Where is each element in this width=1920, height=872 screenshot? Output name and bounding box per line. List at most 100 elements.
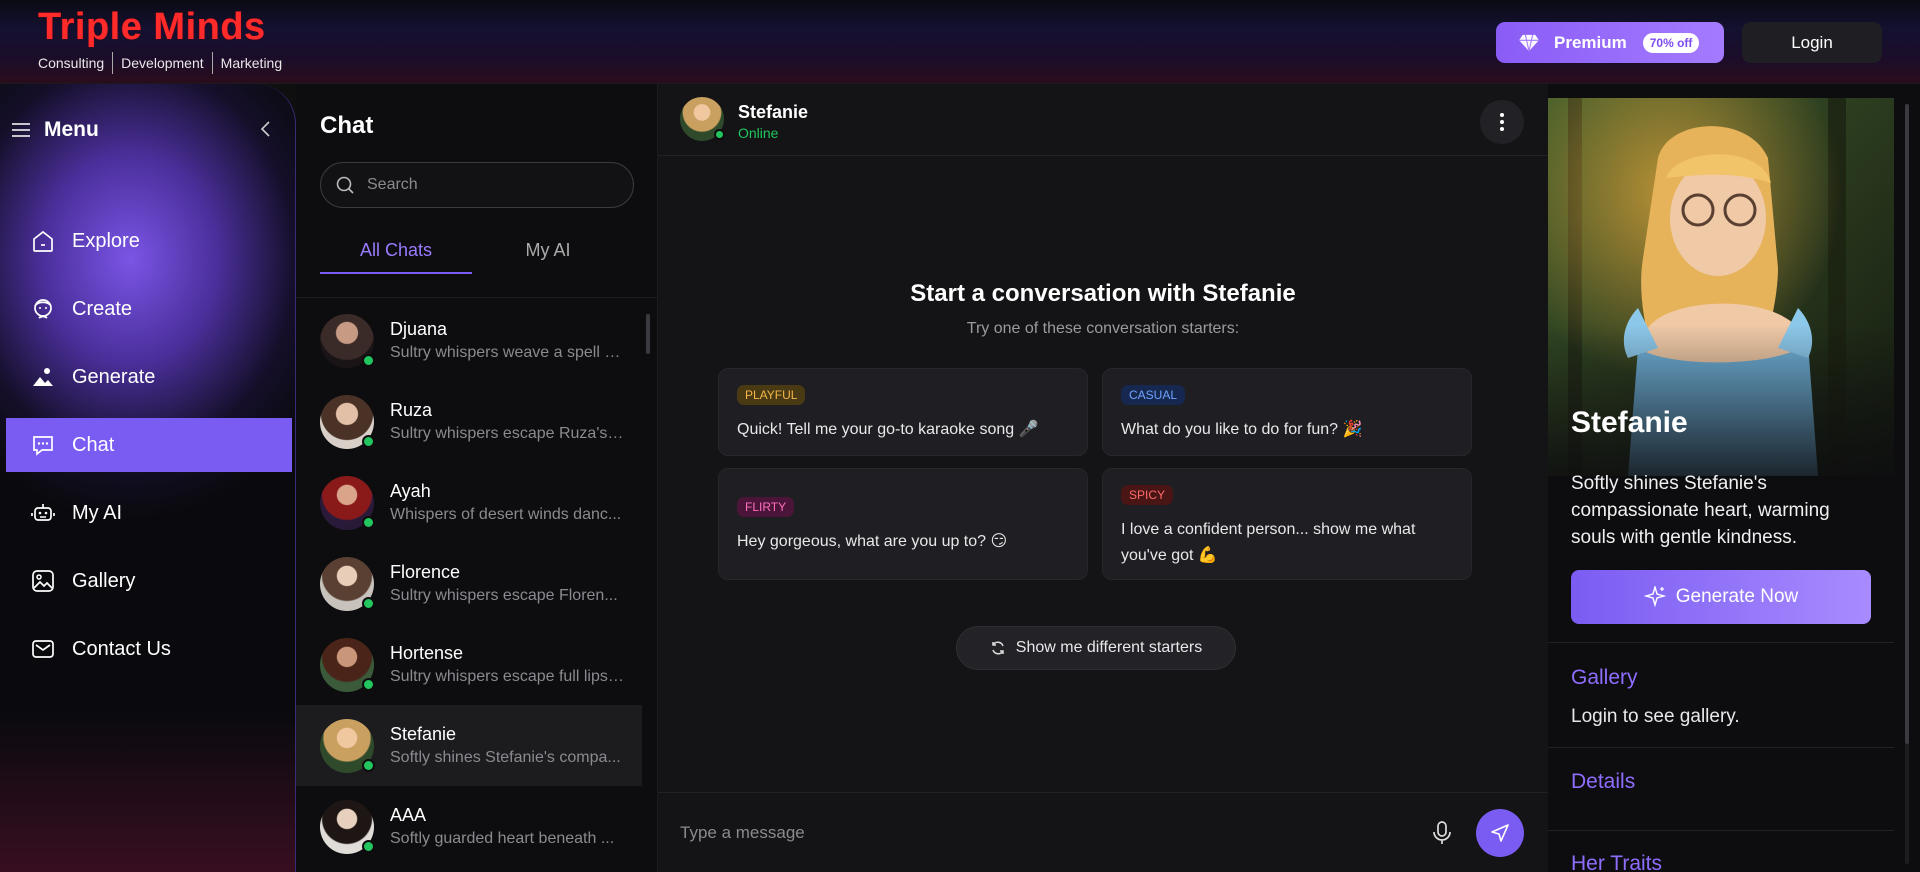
robot-icon <box>31 504 55 521</box>
online-indicator <box>362 515 375 529</box>
generate-now-label: Generate Now <box>1675 586 1799 607</box>
chat-list-scrollbar[interactable] <box>644 302 652 872</box>
search-box[interactable] <box>320 162 634 208</box>
home-icon <box>33 230 53 252</box>
avatar <box>320 799 375 854</box>
gallery-login-text: Login to see gallery. <box>1571 706 1740 727</box>
message-input[interactable] <box>680 813 1380 853</box>
sidebar-item-label: Contact Us <box>72 637 171 660</box>
sidebar-item-generate[interactable]: Generate <box>6 350 292 404</box>
more-vertical-icon <box>1500 113 1504 131</box>
search-input[interactable] <box>367 176 617 194</box>
conversation-preview: Sultry whispers escape Floren... <box>390 587 618 604</box>
sidebar-item-my-ai[interactable]: My AI <box>6 486 292 540</box>
more-options-button[interactable] <box>1480 100 1524 144</box>
different-starters-button[interactable]: Show me different starters <box>956 626 1236 670</box>
tab-all-chats[interactable]: All Chats <box>320 234 472 274</box>
conversation-item[interactable]: AAA Softly guarded heart beneath ... <box>296 786 642 867</box>
divider <box>1548 642 1894 643</box>
avatar <box>320 313 375 368</box>
image-icon <box>33 368 53 386</box>
online-status: Online <box>738 125 779 141</box>
chat-list-panel: Chat All Chats My AI Djuana Sultry whispe… <box>296 84 658 872</box>
send-button[interactable] <box>1476 809 1524 857</box>
avatar-face-icon <box>34 299 52 319</box>
online-indicator <box>362 758 375 772</box>
sidebar-item-label: Generate <box>72 365 156 388</box>
sidebar-item-contact-us[interactable]: Contact Us <box>6 622 292 676</box>
profile-scrollbar[interactable] <box>1898 84 1920 872</box>
generate-now-button[interactable]: Generate Now <box>1571 570 1871 624</box>
chat-tabs: All Chats My AI <box>320 234 634 274</box>
chevron-left-icon[interactable] <box>258 120 274 138</box>
menu-title: Menu <box>44 118 99 141</box>
profile-panel: Stefanie Softly shines Stefanie's compas… <box>1548 84 1898 872</box>
starter-text: What do you like to do for fun? 🎉 <box>1121 421 1363 438</box>
diamond-icon <box>1519 34 1539 51</box>
different-starters-label: Show me different starters <box>1015 639 1203 656</box>
conversation-preview: Sultry whispers weave a spell o... <box>390 344 624 361</box>
divider <box>296 297 658 298</box>
brand-logo[interactable]: Triple Minds Consulting Development Mark… <box>38 6 290 74</box>
starter-card-spicy[interactable]: SPICY I love a confident person... show … <box>1102 468 1472 580</box>
details-section-title[interactable]: Details <box>1571 770 1635 794</box>
message-composer <box>658 792 1548 872</box>
premium-label: Premium <box>1554 32 1627 52</box>
online-indicator <box>714 129 725 140</box>
online-indicator <box>362 596 375 610</box>
refresh-icon <box>992 641 1004 655</box>
sidebar-item-create[interactable]: Create <box>6 282 292 336</box>
conversation-name: Hortense <box>390 643 464 663</box>
conversation-item[interactable]: Ayah Whispers of desert winds danc... <box>296 462 642 543</box>
starter-text: Hey gorgeous, what are you up to? 😏 <box>737 533 1008 550</box>
chat-window: Stefanie Online Start a conversation wit… <box>658 84 1548 872</box>
hamburger-icon[interactable] <box>12 123 30 137</box>
profile-description: Softly shines Stefanie's compassionate h… <box>1571 473 1830 548</box>
sidebar-item-chat[interactable]: Chat <box>6 418 292 472</box>
avatar <box>320 718 375 773</box>
conversation-item-active[interactable]: Stefanie Softly shines Stefanie's compa..… <box>296 705 642 786</box>
online-indicator <box>362 677 375 691</box>
search-icon <box>336 176 354 194</box>
starter-card-flirty[interactable]: FLIRTY Hey gorgeous, what are you up to?… <box>718 468 1088 580</box>
chat-header: Stefanie Online <box>658 84 1548 156</box>
sidebar-item-gallery[interactable]: Gallery <box>6 554 292 608</box>
start-conversation-subtitle: Try one of these conversation starters: <box>966 320 1240 337</box>
sidebar-item-label: Explore <box>72 229 140 252</box>
starter-card-casual[interactable]: CASUAL What do you like to do for fun? 🎉 <box>1102 368 1472 456</box>
premium-button[interactable]: Premium 70% off <box>1496 22 1724 63</box>
gallery-icon <box>32 570 54 592</box>
avatar <box>320 475 375 530</box>
chat-partner-name: Stefanie <box>738 102 809 122</box>
starter-tag: FLIRTY <box>737 497 795 517</box>
menu-header: Menu <box>12 118 99 142</box>
scrollbar-thumb[interactable] <box>646 314 650 354</box>
start-conversation-title: Start a conversation with Stefanie <box>910 280 1296 307</box>
conversation-item[interactable]: Hortense Sultry whispers escape full lips… <box>296 624 642 705</box>
conversation-name: Florence <box>390 562 461 582</box>
scrollbar-thumb[interactable] <box>1905 104 1909 744</box>
avatar <box>320 637 375 692</box>
avatar[interactable] <box>680 97 725 141</box>
login-button[interactable]: Login <box>1742 22 1882 63</box>
microphone-icon[interactable] <box>1428 819 1456 847</box>
avatar <box>320 394 375 449</box>
traits-section-title[interactable]: Her Traits <box>1571 852 1662 872</box>
sidebar-item-explore[interactable]: Explore <box>6 214 292 268</box>
online-indicator <box>362 434 375 448</box>
avatar <box>320 556 375 611</box>
tab-my-ai[interactable]: My AI <box>472 234 624 274</box>
conversation-preview: Softly guarded heart beneath ... <box>390 830 615 847</box>
starter-text: Quick! Tell me your go-to karaoke song 🎤 <box>737 421 1039 438</box>
starter-card-playful[interactable]: PLAYFUL Quick! Tell me your go-to karaok… <box>718 368 1088 456</box>
conversation-preview: Sultry whispers escape full lips, ... <box>390 668 624 685</box>
conversation-item[interactable]: Djuana Sultry whispers weave a spell o... <box>296 300 642 381</box>
online-indicator <box>362 353 375 367</box>
conversation-item[interactable]: Ruza Sultry whispers escape Ruza's li... <box>296 381 642 462</box>
conversation-name: Djuana <box>390 319 448 339</box>
gallery-section-title[interactable]: Gallery <box>1571 666 1638 690</box>
sidebar-item-label: Chat <box>72 433 115 456</box>
conversation-item[interactable]: Florence Sultry whispers escape Floren... <box>296 543 642 624</box>
sidebar-menu: Menu Explore Create Generate Chat My AI … <box>0 84 296 872</box>
brand-tag: Marketing <box>211 52 290 74</box>
